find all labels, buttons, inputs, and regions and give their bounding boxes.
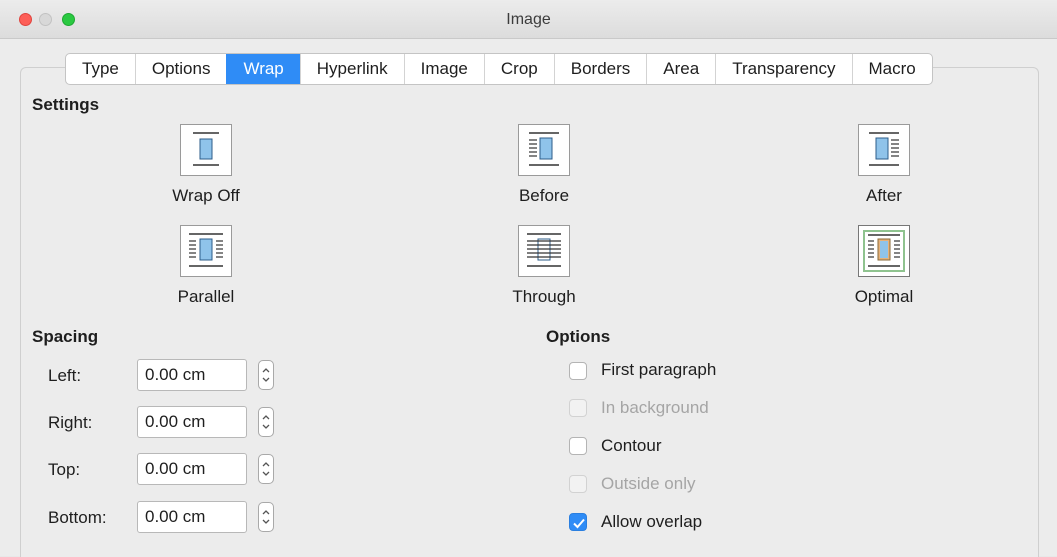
- right-label: Right:: [48, 413, 93, 432]
- wrap-optimal-label: Optimal: [854, 287, 914, 306]
- wrap-parallel-option[interactable]: Parallel: [126, 225, 286, 307]
- up-down-arrows-icon: [262, 368, 270, 382]
- tab-area[interactable]: Area: [646, 54, 715, 84]
- bottom-spacing-stepper[interactable]: [258, 502, 274, 532]
- tab-wrap[interactable]: Wrap: [226, 54, 300, 84]
- in-background-label: In background: [601, 398, 709, 417]
- outside-only-label: Outside only: [601, 474, 696, 493]
- wrap-after-icon: [858, 124, 910, 176]
- top-spacing-input[interactable]: [137, 453, 247, 485]
- options-heading: Options: [546, 327, 611, 346]
- checkmark-icon: [573, 518, 585, 529]
- settings-heading: Settings: [32, 95, 100, 114]
- tab-macro[interactable]: Macro: [851, 54, 932, 84]
- first-paragraph-label: First paragraph: [601, 360, 717, 379]
- wrap-off-label: Wrap Off: [172, 186, 240, 205]
- tab-image[interactable]: Image: [403, 54, 484, 84]
- top-spacing-stepper[interactable]: [258, 454, 274, 484]
- wrap-optimal-option[interactable]: Optimal: [804, 225, 964, 307]
- in-background-checkbox[interactable]: [569, 399, 587, 417]
- wrap-parallel-label: Parallel: [177, 287, 235, 306]
- wrap-optimal-icon: [858, 225, 910, 277]
- up-down-arrows-icon: [262, 415, 270, 429]
- wrap-through-option[interactable]: Through: [464, 225, 624, 307]
- top-label: Top:: [48, 460, 81, 479]
- wrap-through-icon: [518, 225, 570, 277]
- allow-overlap-label: Allow overlap: [601, 512, 703, 531]
- tab-bar: Type Options Wrap Hyperlink Image Crop B…: [65, 53, 933, 85]
- contour-checkbox[interactable]: [569, 437, 587, 455]
- wrap-off-icon: [180, 124, 232, 176]
- left-spacing-input[interactable]: [137, 359, 247, 391]
- right-spacing-input[interactable]: [137, 406, 247, 438]
- outside-only-checkbox[interactable]: [569, 475, 587, 493]
- tab-options[interactable]: Options: [134, 54, 227, 84]
- wrap-parallel-icon: [180, 225, 232, 277]
- tab-hyperlink[interactable]: Hyperlink: [299, 54, 404, 84]
- title-bar: Image: [0, 0, 1057, 39]
- image-dialog: Image Type Options Wrap Hyperlink Image …: [0, 0, 1057, 557]
- right-spacing-stepper[interactable]: [258, 407, 274, 437]
- wrap-through-label: Through: [512, 287, 576, 306]
- tab-crop[interactable]: Crop: [483, 54, 554, 84]
- wrap-after-option[interactable]: After: [804, 124, 964, 206]
- wrap-before-label: Before: [518, 186, 570, 205]
- wrap-off-option[interactable]: Wrap Off: [126, 124, 286, 206]
- contour-label: Contour: [601, 436, 662, 455]
- first-paragraph-checkbox[interactable]: [569, 362, 587, 380]
- bottom-spacing-input[interactable]: [137, 501, 247, 533]
- allow-overlap-checkbox[interactable]: [569, 513, 587, 531]
- wrap-after-label: After: [866, 186, 902, 205]
- spacing-heading: Spacing: [32, 327, 99, 346]
- tab-transparency[interactable]: Transparency: [715, 54, 851, 84]
- wrap-before-icon: [518, 124, 570, 176]
- tab-type[interactable]: Type: [66, 54, 135, 84]
- wrap-before-option[interactable]: Before: [464, 124, 624, 206]
- up-down-arrows-icon: [262, 462, 270, 476]
- tab-borders[interactable]: Borders: [553, 54, 647, 84]
- left-label: Left:: [48, 366, 82, 385]
- bottom-label: Bottom:: [48, 508, 107, 527]
- up-down-arrows-icon: [262, 510, 270, 524]
- left-spacing-stepper[interactable]: [258, 360, 274, 390]
- window-title: Image: [506, 11, 551, 28]
